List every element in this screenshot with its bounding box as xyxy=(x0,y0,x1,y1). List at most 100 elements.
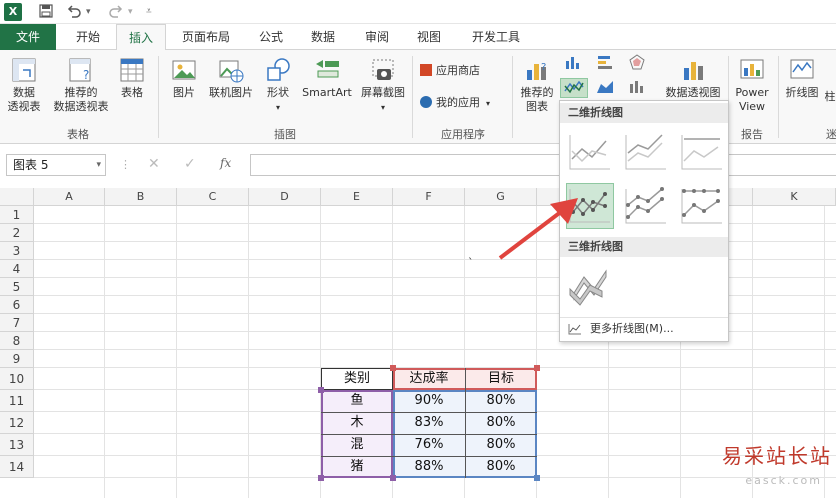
recommended-charts-icon: ? xyxy=(527,62,546,80)
enter-icon[interactable]: ✓ xyxy=(184,156,196,172)
tab-view[interactable]: 视图 xyxy=(406,24,452,50)
line-chart-icon xyxy=(564,80,584,94)
range-handle[interactable] xyxy=(390,365,396,371)
percent-stacked-markers-option[interactable] xyxy=(678,183,726,229)
range-handle[interactable] xyxy=(318,475,324,481)
screenshot-icon xyxy=(372,59,394,80)
group-sparklines-label: 迷 xyxy=(826,128,836,141)
row-header-1[interactable]: 1 xyxy=(0,206,34,224)
row-header-6[interactable]: 6 xyxy=(0,296,34,314)
save-icon[interactable] xyxy=(38,3,54,21)
column-chart-button[interactable] xyxy=(560,54,586,74)
column-header-c[interactable]: C xyxy=(177,188,249,206)
row-header-3[interactable]: 3 xyxy=(0,242,34,260)
smartart-button[interactable]: SmartArt xyxy=(298,56,356,100)
tab-review[interactable]: 审阅 xyxy=(354,24,400,50)
stray-mark: ` xyxy=(468,256,474,269)
redo-dropdown-icon[interactable]: ▾ xyxy=(128,3,133,21)
column-header-e[interactable]: E xyxy=(321,188,393,206)
table-cell[interactable]: 80% xyxy=(465,434,537,456)
name-box-dropdown-icon[interactable]: ▾ xyxy=(96,155,101,175)
table-cell[interactable]: 83% xyxy=(393,412,465,434)
row-header-2[interactable]: 2 xyxy=(0,224,34,242)
table-header-rate[interactable]: 达成率 xyxy=(393,368,465,390)
customize-icon[interactable]: ⩡ xyxy=(146,3,152,21)
group-tables-label: 表格 xyxy=(67,128,89,141)
table-cell[interactable]: 88% xyxy=(393,456,465,478)
row-header-9[interactable]: 9 xyxy=(0,350,34,368)
row-header-7[interactable]: 7 xyxy=(0,314,34,332)
tab-home[interactable]: 开始 xyxy=(62,24,114,50)
tab-formulas[interactable]: 公式 xyxy=(248,24,294,50)
ribbon-separator xyxy=(158,56,159,138)
sparkline-column-label[interactable]: 柱 xyxy=(824,90,836,104)
table-cell[interactable]: 80% xyxy=(465,456,537,478)
shapes-button[interactable]: 形状 ▾ xyxy=(260,56,296,115)
table-cell[interactable]: 76% xyxy=(393,434,465,456)
range-handle[interactable] xyxy=(534,475,540,481)
formula-input[interactable] xyxy=(250,154,836,176)
row-header-13[interactable]: 13 xyxy=(0,434,34,456)
row-header-8[interactable]: 8 xyxy=(0,332,34,350)
screenshot-button[interactable]: 屏幕截图 ▾ xyxy=(356,56,410,115)
name-box[interactable]: 图表 5 ▾ xyxy=(6,154,106,176)
table-button[interactable]: 表格 xyxy=(114,56,150,100)
tab-insert[interactable]: 插入 xyxy=(116,24,166,51)
watermark-url: easck.com xyxy=(745,474,822,487)
range-handle[interactable] xyxy=(318,387,324,393)
tab-page-layout[interactable]: 页面布局 xyxy=(170,24,242,50)
table-cell[interactable]: 鱼 xyxy=(321,390,393,412)
group-reports-label: 报告 xyxy=(741,128,763,141)
table-header-category[interactable]: 类别 xyxy=(321,368,393,390)
radar-chart-button[interactable] xyxy=(624,54,650,74)
sparkline-line-button[interactable]: 折线图 xyxy=(782,56,822,100)
app-store-button[interactable]: 应用商店 xyxy=(420,64,512,78)
column-header-b[interactable]: B xyxy=(105,188,177,206)
recommended-charts-button[interactable]: ? 推荐的 图表 xyxy=(516,56,558,114)
tab-developer[interactable]: 开发工具 xyxy=(460,24,532,50)
column-header-a[interactable]: A xyxy=(34,188,105,206)
tab-file[interactable]: 文件 xyxy=(0,24,56,50)
percent-stacked-line-option[interactable] xyxy=(678,129,726,175)
column-header-f[interactable]: F xyxy=(393,188,465,206)
table-cell[interactable]: 猪 xyxy=(321,456,393,478)
column-header-d[interactable]: D xyxy=(249,188,321,206)
recommended-pivot-button[interactable]: ? 推荐的 数据透视表 xyxy=(52,56,110,114)
line-chart-option[interactable] xyxy=(566,129,614,175)
power-view-button[interactable]: Power View xyxy=(732,56,772,114)
range-handle[interactable] xyxy=(390,475,396,481)
row-header-11[interactable]: 11 xyxy=(0,390,34,412)
row-header-5[interactable]: 5 xyxy=(0,278,34,296)
row-header-10[interactable]: 10 xyxy=(0,368,34,390)
select-all-corner[interactable] xyxy=(0,188,34,206)
picture-button[interactable]: 图片 xyxy=(166,56,202,100)
table-cell[interactable]: 80% xyxy=(465,390,537,412)
area-chart-button[interactable] xyxy=(592,78,618,98)
undo-icon[interactable] xyxy=(66,3,82,21)
bar-chart-button[interactable] xyxy=(592,54,618,74)
range-handle[interactable] xyxy=(534,365,540,371)
undo-dropdown-icon[interactable]: ▾ xyxy=(86,3,91,21)
pivot-chart-button[interactable]: 数据透视图 xyxy=(660,56,726,100)
my-apps-button[interactable]: 我的应用 ▾ xyxy=(420,96,512,111)
online-picture-button[interactable]: 联机图片 xyxy=(204,56,258,100)
row-header-14[interactable]: 14 xyxy=(0,456,34,478)
table-cell[interactable]: 90% xyxy=(393,390,465,412)
more-line-charts-button[interactable]: 更多折线图(M)... xyxy=(560,317,728,339)
table-cell[interactable]: 80% xyxy=(465,412,537,434)
pie-chart-button[interactable] xyxy=(624,78,650,98)
stacked-line-chart-option[interactable] xyxy=(622,129,670,175)
stacked-line-markers-option[interactable] xyxy=(622,183,670,229)
cancel-icon[interactable]: ✕ xyxy=(148,156,160,172)
table-header-target[interactable]: 目标 xyxy=(465,368,537,390)
pivot-table-button[interactable]: 数据 透视表 xyxy=(4,56,44,114)
row-header-4[interactable]: 4 xyxy=(0,260,34,278)
column-header-k[interactable]: K xyxy=(753,188,836,206)
tab-data[interactable]: 数据 xyxy=(300,24,346,50)
redo-icon[interactable] xyxy=(108,3,124,21)
row-header-12[interactable]: 12 xyxy=(0,412,34,434)
insert-function-icon[interactable]: fx xyxy=(220,156,231,170)
line-chart-button[interactable] xyxy=(560,78,588,98)
table-cell[interactable]: 混 xyxy=(321,434,393,456)
table-cell[interactable]: 木 xyxy=(321,412,393,434)
